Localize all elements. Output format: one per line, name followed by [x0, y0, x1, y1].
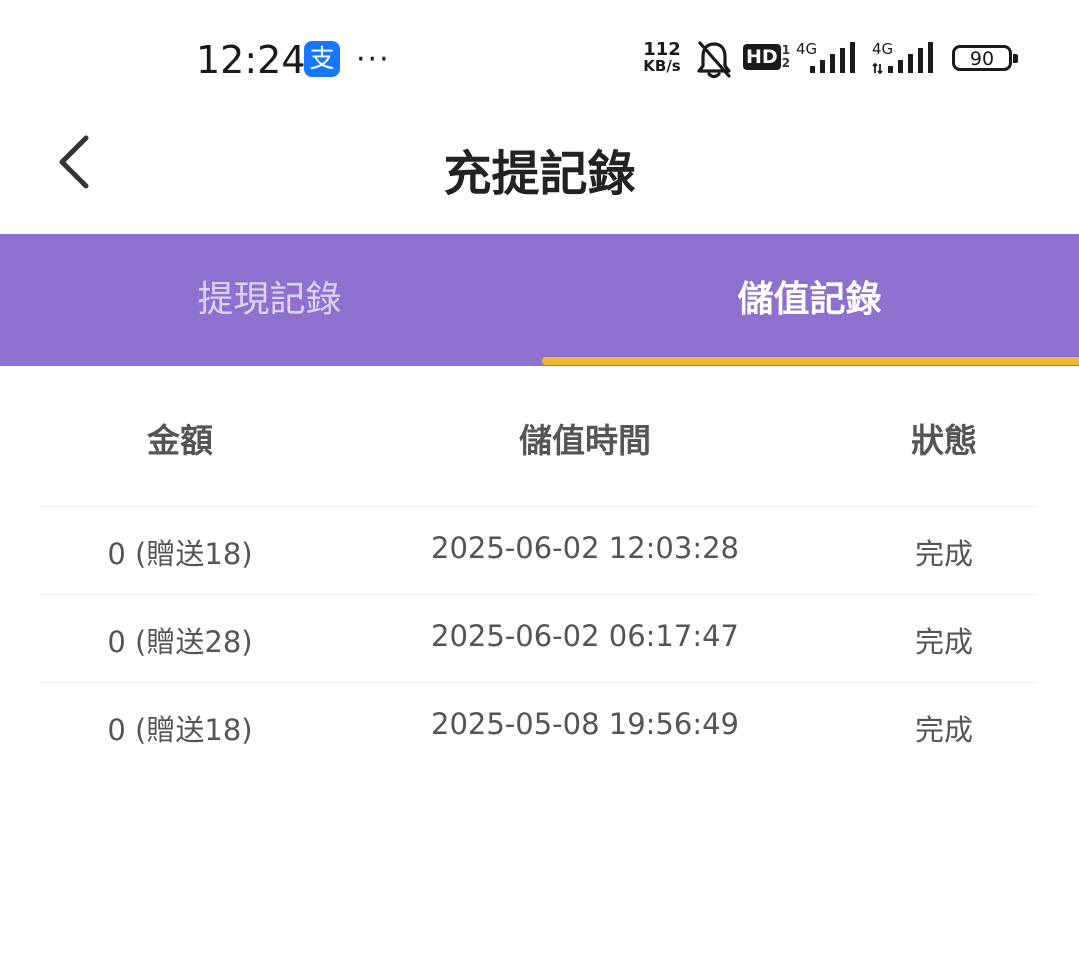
cell-amount: 0 (贈送28) [107, 625, 253, 659]
more-notifications-icon: ··· [356, 42, 391, 77]
cell-time: 2025-06-02 06:17:47 [431, 619, 739, 653]
cell-status: 完成 [914, 537, 973, 571]
records-table: 金額 儲值時間 狀態 0 (贈送18) 2025-06-02 12:03:28 … [42, 366, 1036, 770]
battery-icon: 90 [952, 45, 1018, 71]
cell-amount: 0 (贈送18) [107, 713, 253, 747]
network-speed-value: 112 [643, 39, 681, 60]
alipay-icon: 支 [304, 41, 340, 77]
signal-sim2-icon: 4G [872, 40, 938, 76]
cell-status: 完成 [914, 625, 973, 659]
table-row: 0 (贈送28) 2025-06-02 06:17:47 完成 [42, 595, 1036, 683]
cell-time: 2025-06-02 12:03:28 [431, 531, 739, 565]
table-row: 0 (贈送18) 2025-06-02 12:03:28 完成 [42, 507, 1036, 595]
battery-level: 90 [969, 48, 995, 70]
table-row: 0 (贈送18) 2025-05-08 19:56:49 完成 [42, 683, 1036, 770]
tab-deposit-records[interactable]: 儲值記錄 [540, 234, 1079, 366]
network-speed: 112 KB/s [636, 41, 688, 75]
hd-frac-bottom: 2 [781, 56, 791, 70]
app-header: 充提記錄 [0, 120, 1079, 234]
active-tab-indicator [542, 357, 1079, 365]
table-header: 金額 儲值時間 狀態 [42, 366, 1036, 507]
hd-voice-icon: HD 1 2 [743, 44, 790, 74]
column-header-time: 儲值時間 [519, 421, 651, 460]
network-speed-unit: KB/s [643, 57, 681, 75]
tab-withdraw-records[interactable]: 提現記錄 [0, 234, 539, 366]
cell-status: 完成 [914, 713, 973, 747]
bell-muted-icon [697, 41, 731, 79]
cell-time: 2025-05-08 19:56:49 [431, 707, 739, 741]
column-header-amount: 金額 [147, 421, 213, 460]
status-bar: 12:24 支 ··· 112 KB/s HD 1 2 4G 4G 90 [0, 0, 1079, 120]
status-time: 12:24 [196, 38, 306, 82]
battery-nub [1013, 54, 1018, 63]
column-header-status: 狀態 [911, 421, 977, 460]
cell-amount: 0 (贈送18) [107, 537, 253, 571]
page-title: 充提記錄 [443, 146, 636, 202]
tab-bar: 提現記錄 儲值記錄 [0, 234, 1079, 366]
signal-sim1-icon: 4G [796, 40, 860, 76]
hd-label: HD [743, 44, 781, 70]
hd-frac-top: 1 [781, 43, 791, 57]
